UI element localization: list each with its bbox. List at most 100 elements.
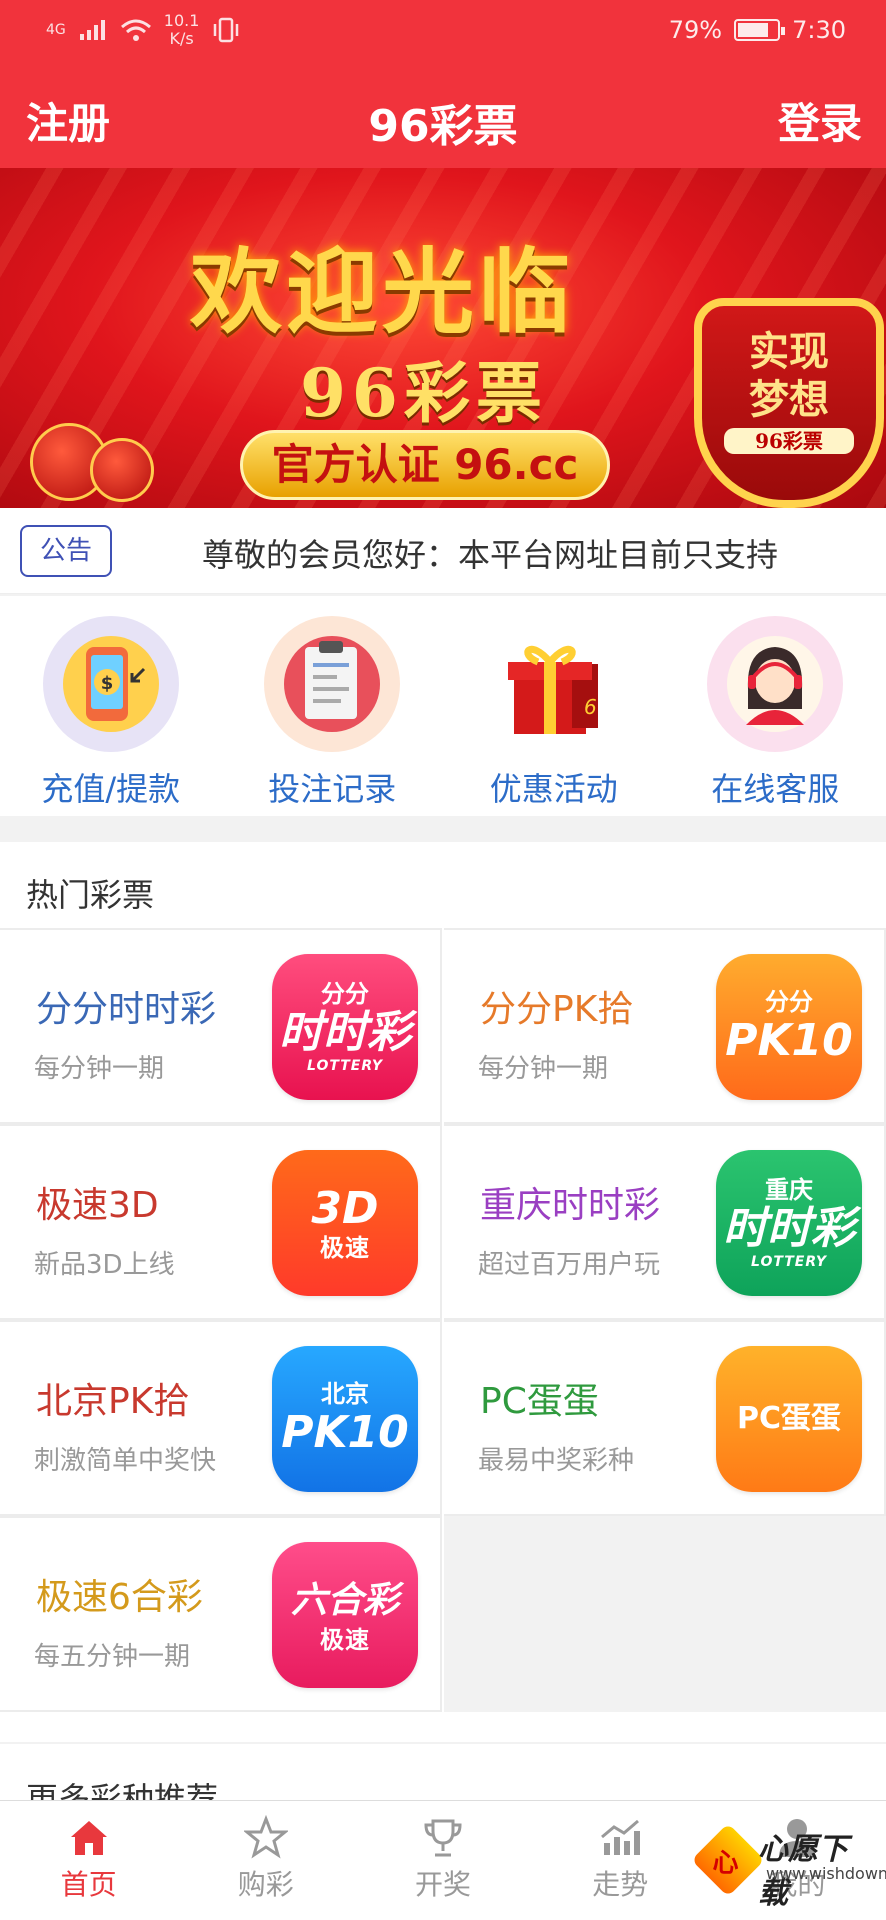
banner-headline: 欢迎光临	[190, 238, 575, 346]
empty-grid-cell	[444, 1516, 886, 1712]
logo-sub-text: LOTTERY	[751, 1254, 827, 1270]
tab-label: 走势	[592, 1868, 649, 1901]
lucky-bag-decoration	[90, 438, 154, 502]
lottery-card[interactable]: 极速6合彩 每五分钟一期 六合彩 极速	[0, 1516, 442, 1712]
logo-main-text: 时时彩	[723, 1203, 855, 1254]
trend-chart-icon	[601, 1819, 641, 1855]
quick-bet-records[interactable]: 投注记录	[222, 596, 444, 816]
lottery-card[interactable]: 重庆时时彩 超过百万用户玩 重庆 时时彩 LOTTERY	[444, 1124, 886, 1320]
clipboard-icon	[264, 616, 401, 752]
lottery-card[interactable]: 极速3D 新品3D上线 3D 极速	[0, 1124, 442, 1320]
lottery-logo: 北京 PK10	[272, 1346, 418, 1492]
logo-main-text: PC蛋蛋	[736, 1401, 841, 1436]
quick-label: 充值/提款	[41, 770, 181, 808]
logo-sub-text: 极速	[320, 1626, 370, 1654]
trophy-icon	[424, 1819, 462, 1857]
tab-label: 首页	[60, 1868, 117, 1901]
logo-main-text: 时时彩	[279, 1007, 411, 1058]
lottery-card[interactable]: 分分时时彩 每分钟一期 分分 时时彩 LOTTERY	[0, 928, 442, 1124]
lottery-logo: 3D 极速	[272, 1150, 418, 1296]
wifi-icon	[120, 19, 151, 41]
lottery-desc: 每分钟一期	[34, 1054, 165, 1084]
home-icon	[70, 1821, 107, 1855]
net-speed: 10.1 K/s	[163, 11, 200, 48]
logo-sub-text: LOTTERY	[307, 1058, 383, 1074]
gift-icon: 6	[486, 616, 622, 752]
logo-main-text: PK10	[725, 1015, 853, 1066]
battery-icon	[734, 19, 786, 41]
lottery-name: 分分PK拾	[480, 989, 634, 1030]
notice-text: 尊敬的会员您好：本平台网址目前只支持	[202, 536, 779, 574]
shield-line-2: 梦想	[749, 376, 829, 423]
more-lottery-section: 更多彩种推荐	[0, 1744, 886, 1804]
customer-service-icon	[707, 616, 844, 752]
notice-tag: 公告	[20, 525, 112, 577]
shield-line-1: 实现	[749, 328, 829, 375]
wallet-phone-icon: $	[42, 616, 179, 752]
star-icon	[243, 1815, 288, 1859]
quick-label: 优惠活动	[489, 770, 618, 808]
notice-bar[interactable]: 公告 尊敬的会员您好：本平台网址目前只支持	[0, 508, 886, 594]
lottery-name: 极速6合彩	[36, 1577, 203, 1618]
tab-buy[interactable]: 购彩	[177, 1801, 354, 1920]
lottery-desc: 最易中奖彩种	[478, 1446, 635, 1476]
lottery-name: 北京PK拾	[36, 1381, 190, 1422]
lottery-desc: 新品3D上线	[34, 1250, 175, 1280]
banner-shield: 实现 梦想 96彩票	[694, 298, 884, 508]
lottery-card[interactable]: PC蛋蛋 最易中奖彩种 PC蛋蛋	[444, 1320, 886, 1516]
logo-main-text: 六合彩	[290, 1580, 399, 1621]
logo-top-text: 分分	[765, 988, 813, 1016]
lottery-logo: 分分 时时彩 LOTTERY	[272, 954, 418, 1100]
quick-label: 投注记录	[268, 770, 397, 808]
app-header: 96彩票 注册 登录	[0, 62, 886, 168]
lottery-card[interactable]: 分分PK拾 每分钟一期 分分 PK10	[444, 928, 886, 1124]
svg-text:$: $	[100, 673, 113, 694]
lottery-name: 分分时时彩	[36, 989, 217, 1030]
section-title: 热门彩票	[26, 876, 155, 914]
hot-lottery-section: 热门彩票 分分时时彩 每分钟一期 分分 时时彩 LOTTERY 分分PK拾 每分…	[0, 842, 886, 1742]
watermark-emblem: 心	[691, 1823, 765, 1897]
logo-top-text: 北京	[321, 1380, 369, 1408]
network-type: 4G	[46, 22, 66, 38]
lottery-desc: 每分钟一期	[478, 1054, 609, 1084]
tab-trend[interactable]: 走势	[532, 1801, 709, 1920]
lottery-name: PC蛋蛋	[480, 1381, 599, 1422]
watermark-url: www.wishdown.com	[766, 1864, 886, 1883]
page-title: 96彩票	[368, 101, 518, 152]
lottery-name: 极速3D	[36, 1185, 159, 1226]
watermark-logo: 心 心愿下载 www.wishdown.com	[691, 1823, 886, 1914]
lottery-logo: PC蛋蛋	[716, 1346, 862, 1492]
tab-home[interactable]: 首页	[0, 1801, 177, 1920]
quick-recharge-withdraw[interactable]: $ 充值/提款	[0, 596, 222, 816]
signal-icon	[79, 20, 105, 40]
lottery-name: 重庆时时彩	[480, 1185, 661, 1226]
tab-draw[interactable]: 开奖	[354, 1801, 531, 1920]
logo-sub-text: 极速	[320, 1234, 370, 1262]
logo-top-text: 分分	[321, 980, 369, 1008]
watermark-glyph: 心	[712, 1848, 739, 1879]
logo-main-text: PK10	[281, 1407, 409, 1458]
register-button[interactable]: 注册	[26, 90, 110, 151]
banner-pill: 官方认证 96.cc	[240, 430, 610, 500]
lottery-desc: 超过百万用户玩	[478, 1250, 661, 1280]
logo-top-text: 重庆	[765, 1176, 813, 1204]
tab-label: 购彩	[237, 1868, 294, 1901]
vibrate-icon	[214, 17, 239, 43]
banner-subline: 96彩票	[300, 354, 548, 432]
login-button[interactable]: 登录	[778, 90, 862, 151]
lottery-card[interactable]: 北京PK拾 刺激简单中奖快 北京 PK10	[0, 1320, 442, 1516]
status-bar: 4G 10.1 K/s 79% 7:30	[0, 0, 886, 62]
shield-line-3: 96彩票	[724, 428, 854, 454]
clock: 7:30	[792, 16, 846, 44]
lottery-logo: 重庆 时时彩 LOTTERY	[716, 1150, 862, 1296]
svg-text:6: 6	[584, 695, 597, 719]
quick-promotions[interactable]: 6 优惠活动	[443, 596, 665, 816]
lottery-desc: 刺激简单中奖快	[34, 1446, 217, 1476]
battery-percent: 79%	[668, 16, 723, 44]
lottery-logo: 六合彩 极速	[272, 1542, 418, 1688]
quick-label: 在线客服	[711, 770, 840, 808]
banner-carousel[interactable]: 欢迎光临 96彩票 官方认证 96.cc 实现 梦想 96彩票	[0, 168, 886, 508]
tab-label: 开奖	[415, 1868, 472, 1901]
quick-online-service[interactable]: 在线客服	[665, 596, 886, 816]
lottery-logo: 分分 PK10	[716, 954, 862, 1100]
